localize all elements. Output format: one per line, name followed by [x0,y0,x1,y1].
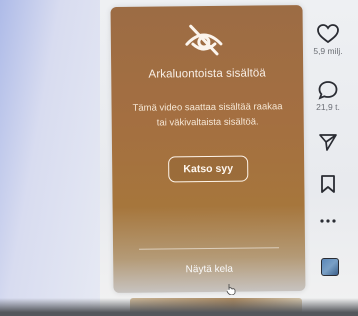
audio-thumbnail-icon[interactable] [321,258,339,276]
reel-card[interactable]: Arkaluontoista sisältöä Tämä video saatt… [110,5,306,293]
comment-icon[interactable] [317,80,339,100]
heart-icon[interactable] [317,24,339,44]
divider [139,247,280,250]
bookmark-icon[interactable] [319,174,337,194]
like-count: 5,9 milj. [313,46,343,56]
see-why-button[interactable]: Katso syy [168,155,249,183]
show-reel-button[interactable]: Näytä kela [113,263,305,276]
like-action[interactable]: 5,9 milj. [306,24,350,56]
comment-action[interactable]: 21,9 t. [306,80,350,112]
screen-bezel-bottom [0,298,358,316]
eye-slash-icon [185,24,223,56]
share-action[interactable] [306,132,350,152]
sensitive-content-title: Arkaluontoista sisältöä [148,67,266,81]
sensitive-content-description: Tämä video saattaa sisältää raakaa tai v… [132,101,283,129]
save-action[interactable] [306,174,350,194]
hand-cursor-icon [226,284,236,295]
ellipsis-icon[interactable] [318,218,338,224]
comment-count: 21,9 t. [316,102,340,112]
more-action[interactable] [306,218,350,224]
send-icon[interactable] [318,132,338,152]
